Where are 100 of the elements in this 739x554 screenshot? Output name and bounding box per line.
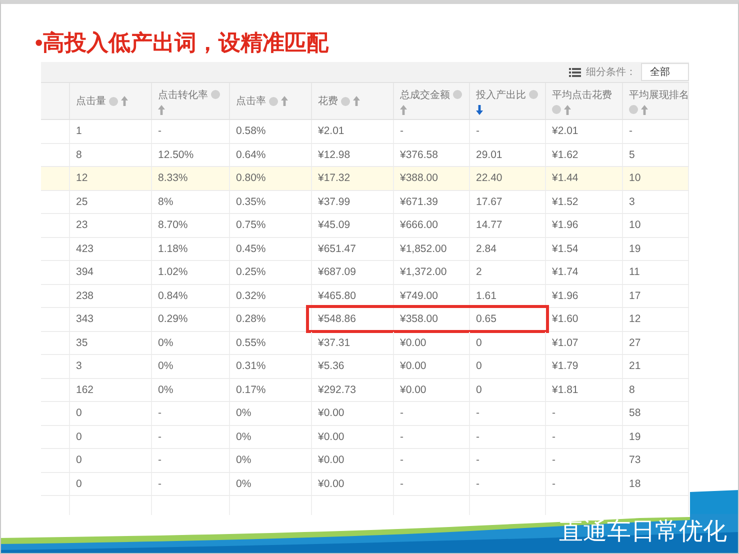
table-cell: ¥2.01 xyxy=(546,120,623,142)
table-cell: 0 xyxy=(70,449,152,472)
table-cell: ¥17.32 xyxy=(312,167,394,190)
table-cell: 0 xyxy=(470,378,546,401)
sort-up-icon[interactable] xyxy=(641,104,648,114)
table-cell: 22.40 xyxy=(470,167,546,190)
table-cell: - xyxy=(152,472,230,495)
table-row[interactable]: 162 0% 0.17% ¥292.73 ¥0.00 0 ¥1.81 8 xyxy=(41,378,689,402)
column-header[interactable]: 总成交金额 xyxy=(400,88,450,102)
table-cell: 0% xyxy=(230,402,312,424)
table-cell: - xyxy=(470,120,546,142)
sort-up-icon[interactable] xyxy=(564,104,571,114)
table-cell: 35 xyxy=(70,332,152,354)
table-cell: 29.01 xyxy=(470,144,546,166)
help-icon[interactable] xyxy=(629,105,638,114)
table-cell: ¥0.00 xyxy=(394,378,470,401)
help-icon[interactable] xyxy=(269,96,278,106)
table-cell: 0.84% xyxy=(152,284,230,307)
column-header[interactable]: 平均展现排名 xyxy=(629,88,689,102)
table-row[interactable]: 0 - 0% ¥0.00 - - - 58 xyxy=(41,402,689,426)
table-cell: 3 xyxy=(70,355,152,378)
table-cell: ¥0.00 xyxy=(312,426,394,448)
table-cell: 162 xyxy=(70,378,152,401)
table-cell: 21 xyxy=(623,355,689,378)
highlighted-row[interactable]: 12 8.33% 0.80% ¥17.32 ¥388.00 22.40 ¥1.44 10 xyxy=(41,167,689,190)
column-header[interactable]: 投入产出比 xyxy=(476,88,526,102)
table-cell: - xyxy=(152,449,230,472)
table-cell: 0.32% xyxy=(230,284,312,307)
table-cell: 0.29% xyxy=(152,308,230,330)
table-cell: 19 xyxy=(623,426,689,448)
table-row[interactable]: 23 8.70% 0.75% ¥45.09 ¥666.00 14.77 ¥1.96 10 xyxy=(41,214,689,238)
table-cell: 0.75% xyxy=(230,214,312,236)
table-cell: 10 xyxy=(623,214,689,236)
table-cell: ¥2.01 xyxy=(312,120,394,142)
table-cell: ¥548.86 xyxy=(312,308,394,330)
table-cell: 1.61 xyxy=(470,284,546,307)
table-cell: - xyxy=(546,472,623,495)
help-icon[interactable] xyxy=(211,90,220,99)
table-cell: 12 xyxy=(623,308,689,330)
table-cell: ¥1.52 xyxy=(546,190,623,213)
filter-dropdown[interactable]: 全部 xyxy=(641,63,689,81)
table-cell: 12 xyxy=(70,167,152,190)
table-row[interactable]: 238 0.84% 0.32% ¥465.80 ¥749.00 1.61 ¥1.96 17 xyxy=(41,284,689,308)
table-row[interactable]: 0 - 0% ¥0.00 - - - 18 xyxy=(41,472,689,496)
help-icon[interactable] xyxy=(341,96,350,106)
table-cell: 73 xyxy=(623,449,689,472)
table-cell: ¥292.73 xyxy=(312,378,394,401)
table-cell: 0 xyxy=(70,472,152,495)
table-cell: ¥1.54 xyxy=(546,238,623,260)
table-row[interactable]: 0 - 0% ¥0.00 - - - 73 xyxy=(41,449,689,472)
table-cell: - xyxy=(623,120,689,142)
table-cell: ¥1.62 xyxy=(546,144,623,166)
column-header[interactable]: 花费 xyxy=(318,94,338,108)
sort-up-icon[interactable] xyxy=(121,96,128,106)
table-cell: ¥388.00 xyxy=(394,167,470,190)
table-cell: 8% xyxy=(152,190,230,213)
table-cell: 8.33% xyxy=(152,167,230,190)
table-cell-text: 0.65 xyxy=(475,312,498,327)
table-row[interactable]: 1 - 0.58% ¥2.01 - - ¥2.01 - xyxy=(41,120,689,144)
table-cell: 238 xyxy=(70,284,152,307)
table-row[interactable]: 394 1.02% 0.25% ¥687.09 ¥1,372.00 2 ¥1.74 11 xyxy=(41,261,689,284)
sort-up-icon[interactable] xyxy=(158,104,165,114)
help-icon[interactable] xyxy=(109,96,118,106)
table-cell: 23 xyxy=(70,214,152,236)
column-header[interactable]: 点击量 xyxy=(76,94,106,108)
table-cell: 343 xyxy=(70,308,152,330)
table-cell: ¥45.09 xyxy=(312,214,394,236)
table-row[interactable]: 343 0.29% 0.28% ¥548.86 ¥358.00 0.65 ¥1.60 12 xyxy=(41,308,689,332)
help-icon[interactable] xyxy=(453,90,462,99)
table-cell: 11 xyxy=(623,261,689,284)
table-cell: 1.18% xyxy=(152,238,230,260)
table-cell: ¥1.44 xyxy=(546,167,623,190)
column-header[interactable]: 点击率 xyxy=(236,94,266,108)
help-icon[interactable] xyxy=(552,105,561,114)
slide-title: •高投入低产出词，设精准匹配 xyxy=(35,29,329,57)
sort-up-icon[interactable] xyxy=(281,96,288,106)
table-cell: - xyxy=(546,426,623,448)
table-cell: 0.45% xyxy=(230,238,312,260)
sort-down-icon[interactable] xyxy=(476,104,483,114)
column-header[interactable]: 平均点击花费 xyxy=(552,88,612,102)
table-row[interactable]: 25 8% 0.35% ¥37.99 ¥671.39 17.67 ¥1.52 3 xyxy=(41,190,689,214)
table-cell: ¥465.80 xyxy=(312,284,394,307)
column-header[interactable]: 点击转化率 xyxy=(158,88,208,102)
table-cell: 0.80% xyxy=(230,167,312,190)
banner-corner-drawing xyxy=(690,490,739,515)
table-cell: ¥0.00 xyxy=(312,402,394,424)
table-cell: 0.31% xyxy=(230,355,312,378)
sort-up-icon[interactable] xyxy=(400,104,407,114)
table-row[interactable]: 35 0% 0.55% ¥37.31 ¥0.00 0 ¥1.07 27 xyxy=(41,332,689,355)
table-cell: ¥1.79 xyxy=(546,355,623,378)
table-row[interactable]: 3 0% 0.31% ¥5.36 ¥0.00 0 ¥1.79 21 xyxy=(41,355,689,378)
table-cell: ¥12.98 xyxy=(312,144,394,166)
table-row[interactable]: 423 1.18% 0.45% ¥651.47 ¥1,852.00 2.84 ¥1.54 19 xyxy=(41,238,689,261)
table-cell: - xyxy=(470,449,546,472)
table-cell: ¥1.07 xyxy=(546,332,623,354)
help-icon[interactable] xyxy=(529,90,538,99)
sort-up-icon[interactable] xyxy=(353,96,360,106)
table-row[interactable]: 0 - 0% ¥0.00 - - - 19 xyxy=(41,426,689,449)
table-cell: ¥687.09 xyxy=(312,261,394,284)
table-cell: 8 xyxy=(623,378,689,401)
